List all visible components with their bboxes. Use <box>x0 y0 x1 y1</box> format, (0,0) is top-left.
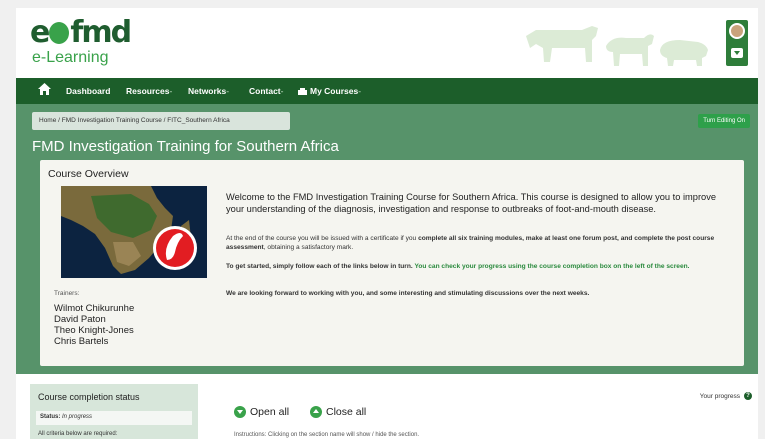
course-overview-card: Course Overview Trainers: Wilmot Chikuru… <box>40 160 744 366</box>
logo-subtitle: e-Learning <box>32 49 109 66</box>
nav-my-courses[interactable]: My Courses- <box>298 86 361 96</box>
southern-africa-map-image <box>61 186 207 278</box>
criteria-note: All criteria below are required: <box>38 431 118 437</box>
collapse-icon <box>310 406 322 418</box>
certificate-paragraph: At the end of the course you will be iss… <box>226 235 715 251</box>
nav-contact[interactable]: Contact- <box>249 86 283 96</box>
home-icon[interactable] <box>38 83 51 98</box>
eufmd-logo[interactable]: e fmd e-Learning <box>30 15 132 68</box>
course-sections-area: Course completion status Status: In prog… <box>16 374 758 439</box>
page-title: FMD Investigation Training for Southern … <box>32 138 339 155</box>
nav-resources[interactable]: Resources- <box>126 86 172 96</box>
trainer-name: Theo Knight-Jones <box>54 325 134 336</box>
main-content: Home / FMD Investigation Training Course… <box>16 104 758 374</box>
closing-paragraph: We are looking forward to working with y… <box>226 290 590 297</box>
logo-hoof-mark <box>49 22 70 44</box>
breadcrumb-home[interactable]: Home <box>39 117 56 124</box>
close-all-button[interactable]: Close all <box>310 406 366 418</box>
main-navigation: Dashboard Resources- Networks- Contact- … <box>16 78 758 104</box>
user-menu[interactable] <box>726 20 748 66</box>
courses-icon <box>298 88 307 95</box>
trainers-label: Trainers: <box>54 290 80 297</box>
breadcrumb: Home / FMD Investigation Training Course… <box>32 112 290 130</box>
status-badge: Status: In progress <box>36 411 192 425</box>
trainers-list: Wilmot Chikurunhe David Paton Theo Knigh… <box>54 303 134 347</box>
your-progress: Your progress? <box>700 392 752 400</box>
livestock-silhouettes-icon <box>526 26 708 66</box>
logo-wordmark: e fmd <box>30 15 132 50</box>
nav-networks[interactable]: Networks- <box>188 86 229 96</box>
open-all-button[interactable]: Open all <box>234 406 289 418</box>
breadcrumb-course[interactable]: FMD Investigation Training Course <box>62 117 162 124</box>
course-completion-block: Course completion status Status: In prog… <box>30 384 198 439</box>
help-icon[interactable]: ? <box>744 392 752 400</box>
completion-title: Course completion status <box>38 392 140 402</box>
trainer-name: Wilmot Chikurunhe <box>54 303 135 314</box>
nav-dashboard[interactable]: Dashboard <box>66 86 110 96</box>
breadcrumb-current[interactable]: FITC_Southern Africa <box>167 117 230 124</box>
welcome-text: Welcome to the FMD Investigation Trainin… <box>226 192 717 214</box>
expand-icon <box>234 406 246 418</box>
trainer-name: Chris Bartels <box>54 336 109 347</box>
turn-editing-on-button[interactable]: Turn Editing On <box>698 114 750 128</box>
avatar[interactable] <box>729 23 745 39</box>
trainer-name: David Paton <box>54 314 106 325</box>
getting-started-paragraph: To get started, simply follow each of th… <box>226 263 690 270</box>
site-header: e fmd e-Learning <box>16 8 758 78</box>
course-overview-title: Course Overview <box>48 168 129 180</box>
chevron-down-icon[interactable] <box>731 48 743 58</box>
instructions-text: Instructions: Clicking on the section na… <box>234 432 420 438</box>
